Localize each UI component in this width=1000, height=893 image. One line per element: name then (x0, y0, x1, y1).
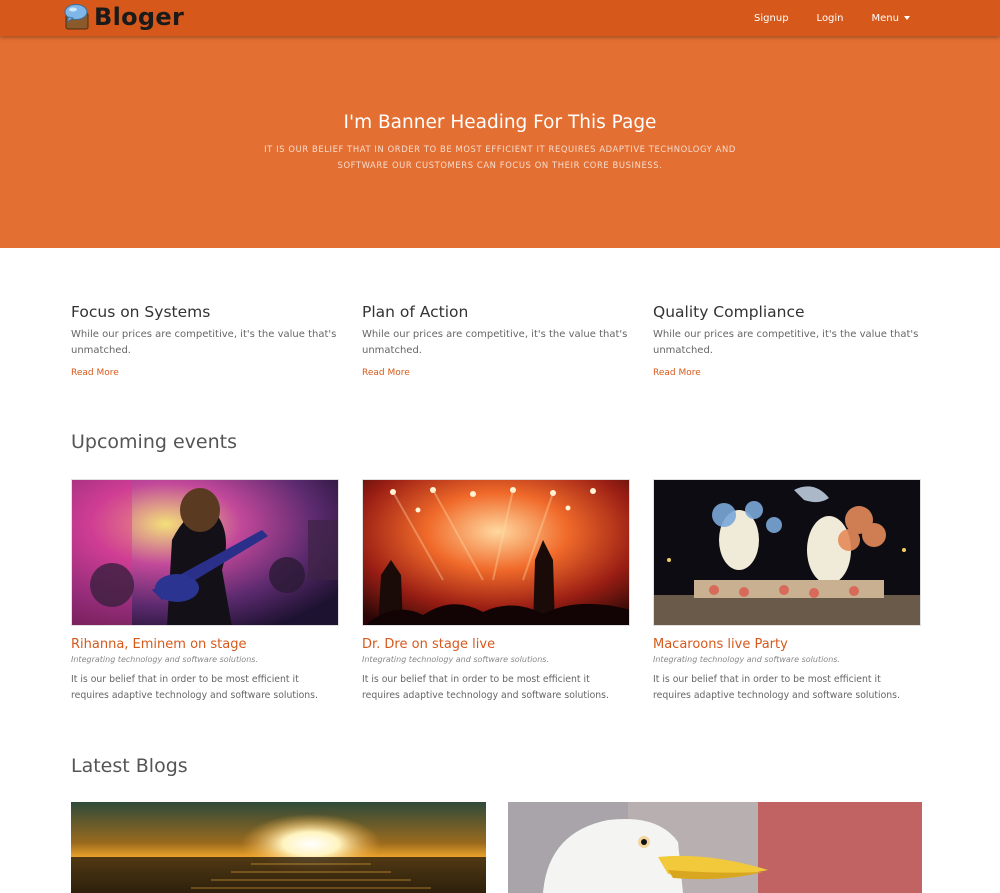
feature-text: While our prices are competitive, it's t… (71, 329, 337, 356)
event-description: It is our belief that in order to be mos… (653, 674, 900, 701)
event-description: It is our belief that in order to be mos… (362, 674, 609, 701)
nav-signup-link[interactable]: Signup (754, 13, 789, 24)
event-tagline: Integrating technology and software solu… (71, 655, 258, 664)
blog-image[interactable] (71, 802, 486, 893)
event-title[interactable]: Rihanna, Eminem on stage (71, 637, 339, 652)
events-heading: Upcoming events (71, 431, 237, 453)
chat-bubble-logo-icon (64, 4, 89, 30)
event-image[interactable] (653, 479, 921, 626)
caret-down-icon (904, 16, 910, 20)
feature-card: Focus on Systems While our prices are co… (71, 303, 346, 379)
banner-heading: I'm Banner Heading For This Page (343, 112, 657, 133)
read-more-link[interactable]: Read More (653, 368, 701, 378)
blogs-heading: Latest Blogs (71, 755, 188, 777)
feature-card: Quality Compliance While our prices are … (653, 303, 928, 379)
feature-title: Focus on Systems (71, 303, 211, 321)
sunset-sea-photo (71, 802, 486, 893)
nav-links: Signup Login Menu (726, 0, 910, 36)
event-tagline: Integrating technology and software solu… (653, 655, 840, 664)
event-image[interactable] (362, 479, 630, 626)
feature-text: While our prices are competitive, it's t… (653, 329, 919, 356)
feature-text: While our prices are competitive, it's t… (362, 329, 628, 356)
nav-menu-label: Menu (871, 12, 899, 24)
brand-name: Bloger (94, 3, 185, 31)
guitarist-on-stage-photo (72, 480, 338, 625)
event-title[interactable]: Macaroons live Party (653, 637, 921, 652)
feature-card: Plan of Action While our prices are comp… (362, 303, 637, 379)
blog-image[interactable] (508, 802, 922, 893)
event-title[interactable]: Dr. Dre on stage live (362, 637, 630, 652)
read-more-link[interactable]: Read More (362, 368, 410, 378)
nav-menu-dropdown[interactable]: Menu (872, 13, 910, 24)
hero-banner: I'm Banner Heading For This Page IT IS O… (0, 36, 1000, 248)
festival-sculpture-photo (654, 480, 920, 625)
event-image[interactable] (71, 479, 339, 626)
banner-subtext: IT IS OUR BELIEF THAT IN ORDER TO BE MOS… (264, 144, 736, 170)
event-description: It is our belief that in order to be mos… (71, 674, 318, 701)
seagull-photo (508, 802, 922, 893)
navbar: Bloger Signup Login Menu (0, 0, 1000, 36)
event-tagline: Integrating technology and software solu… (362, 655, 549, 664)
nav-login-link[interactable]: Login (817, 13, 844, 24)
brand-link[interactable]: Bloger (63, 2, 184, 32)
event-card: Dr. Dre on stage live Integrating techno… (362, 479, 630, 703)
read-more-link[interactable]: Read More (71, 368, 119, 378)
feature-title: Quality Compliance (653, 303, 805, 321)
event-card: Rihanna, Eminem on stage Integrating tec… (71, 479, 339, 703)
feature-title: Plan of Action (362, 303, 469, 321)
event-card: Macaroons live Party Integrating technol… (653, 479, 921, 703)
concert-lights-photo (363, 480, 629, 625)
